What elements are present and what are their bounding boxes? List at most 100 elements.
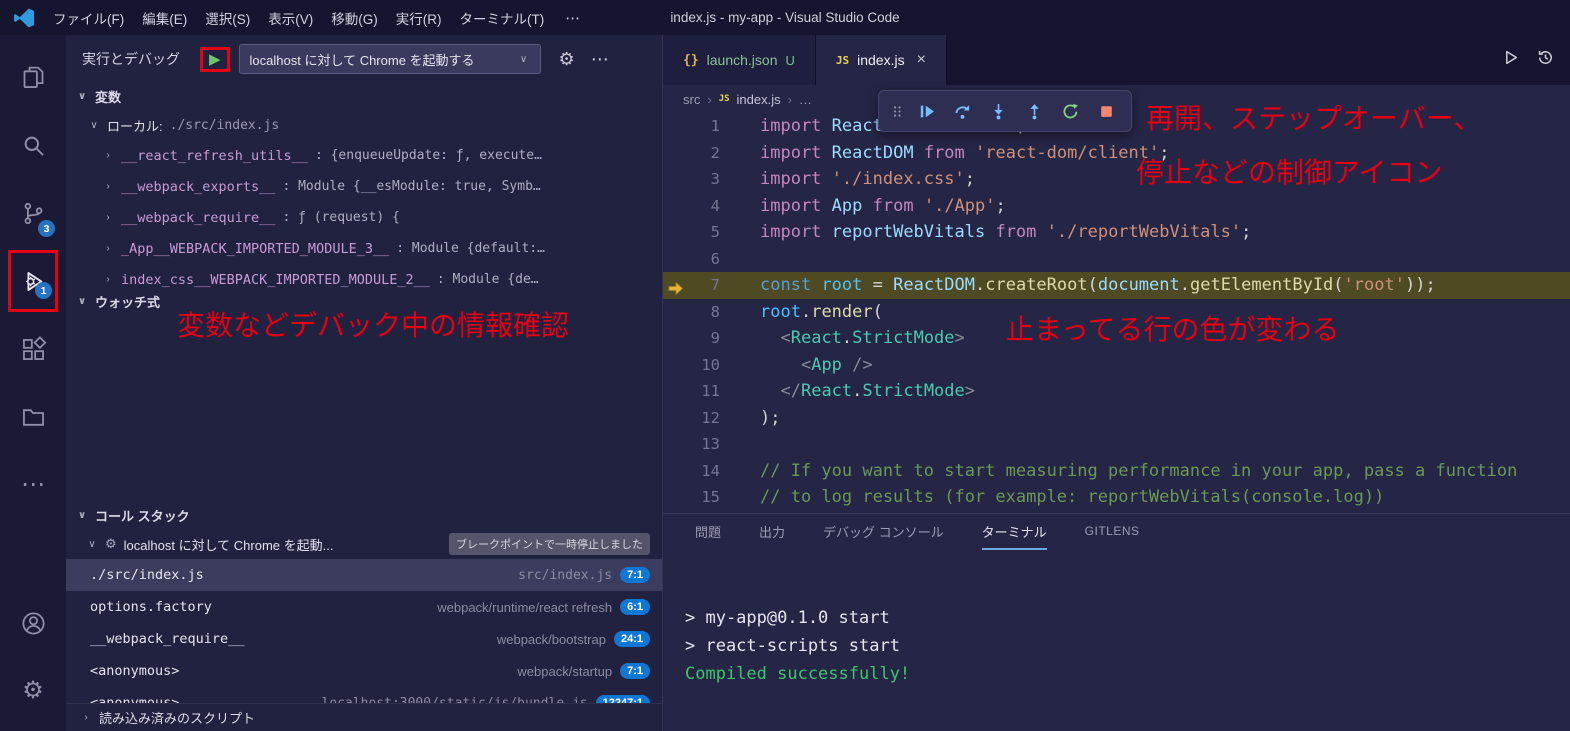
line-number[interactable]: 7 — [663, 272, 720, 299]
search-icon[interactable] — [8, 111, 58, 179]
step-into-icon[interactable] — [982, 94, 1015, 128]
menu-selection[interactable]: 選択(S) — [196, 4, 259, 32]
code-line-13[interactable]: 13 — [663, 431, 1570, 458]
toolbar-drag-grip-icon[interactable] — [887, 103, 907, 120]
variable-row[interactable]: › __webpack_exports__: Module {__esModul… — [66, 171, 662, 202]
line-number[interactable]: 12 — [663, 405, 720, 432]
editor-tab-bar: {} launch.json U JS index.js × — [663, 35, 1570, 85]
variables-section-header[interactable]: ∨ 変数 — [66, 83, 662, 110]
call-stack-frame[interactable]: <anonymous> webpack/startup 7:1 — [66, 655, 662, 687]
explorer-icon[interactable] — [8, 43, 58, 111]
loaded-scripts-section-header[interactable]: › 読み込み済みのスクリプト — [66, 703, 662, 731]
code-line-4[interactable]: 4 import App from './App'; — [663, 193, 1570, 220]
menu-view[interactable]: 表示(V) — [259, 4, 322, 32]
tab-problems[interactable]: 問題 — [695, 514, 721, 550]
tab-terminal[interactable]: ターミナル — [981, 514, 1047, 550]
launch-config-dropdown[interactable]: localhost に対して Chrome を起動する ∨ — [238, 44, 541, 74]
activity-bar: 3 1 ⋯ ⚙ — [0, 35, 66, 731]
code-line-5[interactable]: 5 import reportWebVitals from './reportWe… — [663, 219, 1570, 246]
annotation-watch-note: 変数などデバック中の情報確認 — [177, 310, 570, 341]
code-text: import reportWebVitals from './reportWeb… — [760, 222, 1252, 242]
variable-row[interactable]: › index_css__WEBPACK_IMPORTED_MODULE_2__… — [66, 264, 662, 288]
tab-debug-console[interactable]: デバッグ コンソール — [823, 514, 944, 550]
folder-icon[interactable] — [8, 383, 58, 451]
menu-run[interactable]: 実行(R) — [387, 4, 451, 32]
terminal-output[interactable]: > my-app@0.1.0 start > react-scripts sta… — [663, 550, 1570, 731]
line-number[interactable]: 2 — [663, 140, 720, 167]
line-number[interactable]: 4 — [663, 193, 720, 220]
scope-local[interactable]: ∨ ローカル: ./src/index.js — [66, 110, 662, 140]
menu-more-icon[interactable]: ⋯ — [553, 9, 592, 27]
variable-row[interactable]: › __react_refresh_utils__: {enqueueUpdat… — [66, 140, 662, 171]
debug-views-more-icon[interactable]: ⋯ — [591, 49, 610, 70]
call-stack-frame[interactable]: <anonymous> localhost:3000/static/js/bun… — [66, 687, 662, 703]
call-stack-frame[interactable]: options.factory webpack/runtime/react re… — [66, 591, 662, 623]
code-text: <App /> — [800, 354, 873, 375]
annotation-box-start-button: ▶ — [200, 46, 230, 72]
line-number[interactable]: 11 — [663, 378, 720, 405]
tab-launch-json[interactable]: {} launch.json U — [663, 35, 816, 85]
variable-row[interactable]: › __webpack_require__: ƒ (request) { — [66, 202, 662, 233]
terminal-line-success: Compiled successfully! — [685, 664, 911, 684]
code-line-10[interactable]: 10 <App /> — [663, 352, 1570, 379]
line-number[interactable]: 9 — [663, 325, 720, 352]
run-and-debug-icon[interactable]: 1 — [8, 247, 58, 315]
tab-index-js[interactable]: JS index.js × — [815, 35, 947, 85]
stop-icon[interactable] — [1090, 94, 1123, 128]
variable-row[interactable]: › _App__WEBPACK_IMPORTED_MODULE_3__: Mod… — [66, 233, 662, 264]
breadcrumb-file[interactable]: index.js — [737, 92, 781, 107]
breadcrumb-folder[interactable]: src — [683, 92, 700, 107]
menu-file[interactable]: ファイル(F) — [44, 4, 133, 32]
line-number[interactable]: 14 — [663, 458, 720, 485]
chevron-collapsed-icon: › — [106, 243, 110, 254]
run-file-icon[interactable] — [1502, 49, 1519, 71]
settings-gear-icon[interactable]: ⚙ — [8, 657, 58, 725]
code-text: ); — [760, 407, 781, 428]
code-text: // to log results (for example: reportWe… — [760, 487, 1385, 507]
terminal-line: > react-scripts start — [685, 636, 900, 656]
code-line-7[interactable]: 7 const root = ReactDOM.createRoot(docume… — [663, 272, 1570, 299]
menu-terminal[interactable]: ターミナル(T) — [451, 4, 554, 32]
account-icon[interactable] — [8, 589, 58, 657]
js-file-icon: JS — [718, 94, 730, 104]
line-number[interactable]: 1 — [663, 113, 720, 140]
tab-output[interactable]: 出力 — [759, 514, 785, 550]
step-out-icon[interactable] — [1018, 94, 1051, 128]
debug-session-row[interactable]: ∨ ⚙ localhost に対して Chrome を起動... ブレークポイン… — [66, 529, 662, 559]
variables-clipped-row: › index_css__WEBPACK_IMPORTED_MODULE_2__… — [66, 264, 662, 288]
line-number[interactable]: 6 — [663, 246, 720, 273]
line-number[interactable]: 15 — [663, 484, 720, 511]
continue-icon[interactable] — [910, 94, 943, 128]
code-text: root.render( — [760, 301, 883, 322]
restart-icon[interactable] — [1054, 94, 1087, 128]
code-line-11[interactable]: 11 </React.StrictMode> — [663, 378, 1570, 405]
activity-more-icon[interactable]: ⋯ — [8, 451, 58, 519]
breadcrumb-symbol-more[interactable]: … — [799, 92, 812, 107]
code-line-12[interactable]: 12); — [663, 405, 1570, 432]
call-stack-frame[interactable]: ./src/index.js src/index.js 7:1 — [66, 559, 662, 591]
call-stack-frame[interactable]: __webpack_require__ webpack/bootstrap 24… — [66, 623, 662, 655]
line-number[interactable]: 8 — [663, 299, 720, 326]
line-number[interactable]: 10 — [663, 352, 720, 379]
code-text: </React.StrictMode> — [780, 381, 976, 401]
extensions-icon[interactable] — [8, 315, 58, 383]
menu-go[interactable]: 移動(G) — [322, 4, 387, 32]
call-stack-clipped-row: <anonymous> localhost:3000/static/js/bun… — [66, 687, 662, 703]
source-control-icon[interactable]: 3 — [8, 179, 58, 247]
menu-edit[interactable]: 編集(E) — [133, 4, 196, 32]
code-line-15[interactable]: 15 // to log results (for example: report… — [663, 484, 1570, 511]
tab-gitlens[interactable]: GITLENS — [1085, 514, 1140, 550]
timeline-history-icon[interactable] — [1537, 49, 1554, 71]
debug-toolbar — [878, 90, 1132, 132]
line-number[interactable]: 13 — [663, 431, 720, 458]
code-line-6[interactable]: 6 — [663, 246, 1570, 273]
step-over-icon[interactable] — [946, 94, 979, 128]
code-line-14[interactable]: 14 // If you want to start measuring perf… — [663, 458, 1570, 485]
debug-config-gear-icon[interactable]: ⚙ — [559, 49, 575, 70]
call-stack-section-header[interactable]: ∨ コール スタック — [66, 502, 662, 529]
line-number[interactable]: 5 — [663, 219, 720, 246]
start-debug-button[interactable]: ▶ — [209, 52, 221, 67]
vscode-logo-icon[interactable] — [12, 6, 36, 30]
line-number[interactable]: 3 — [663, 166, 720, 193]
close-tab-icon[interactable]: × — [917, 51, 926, 69]
